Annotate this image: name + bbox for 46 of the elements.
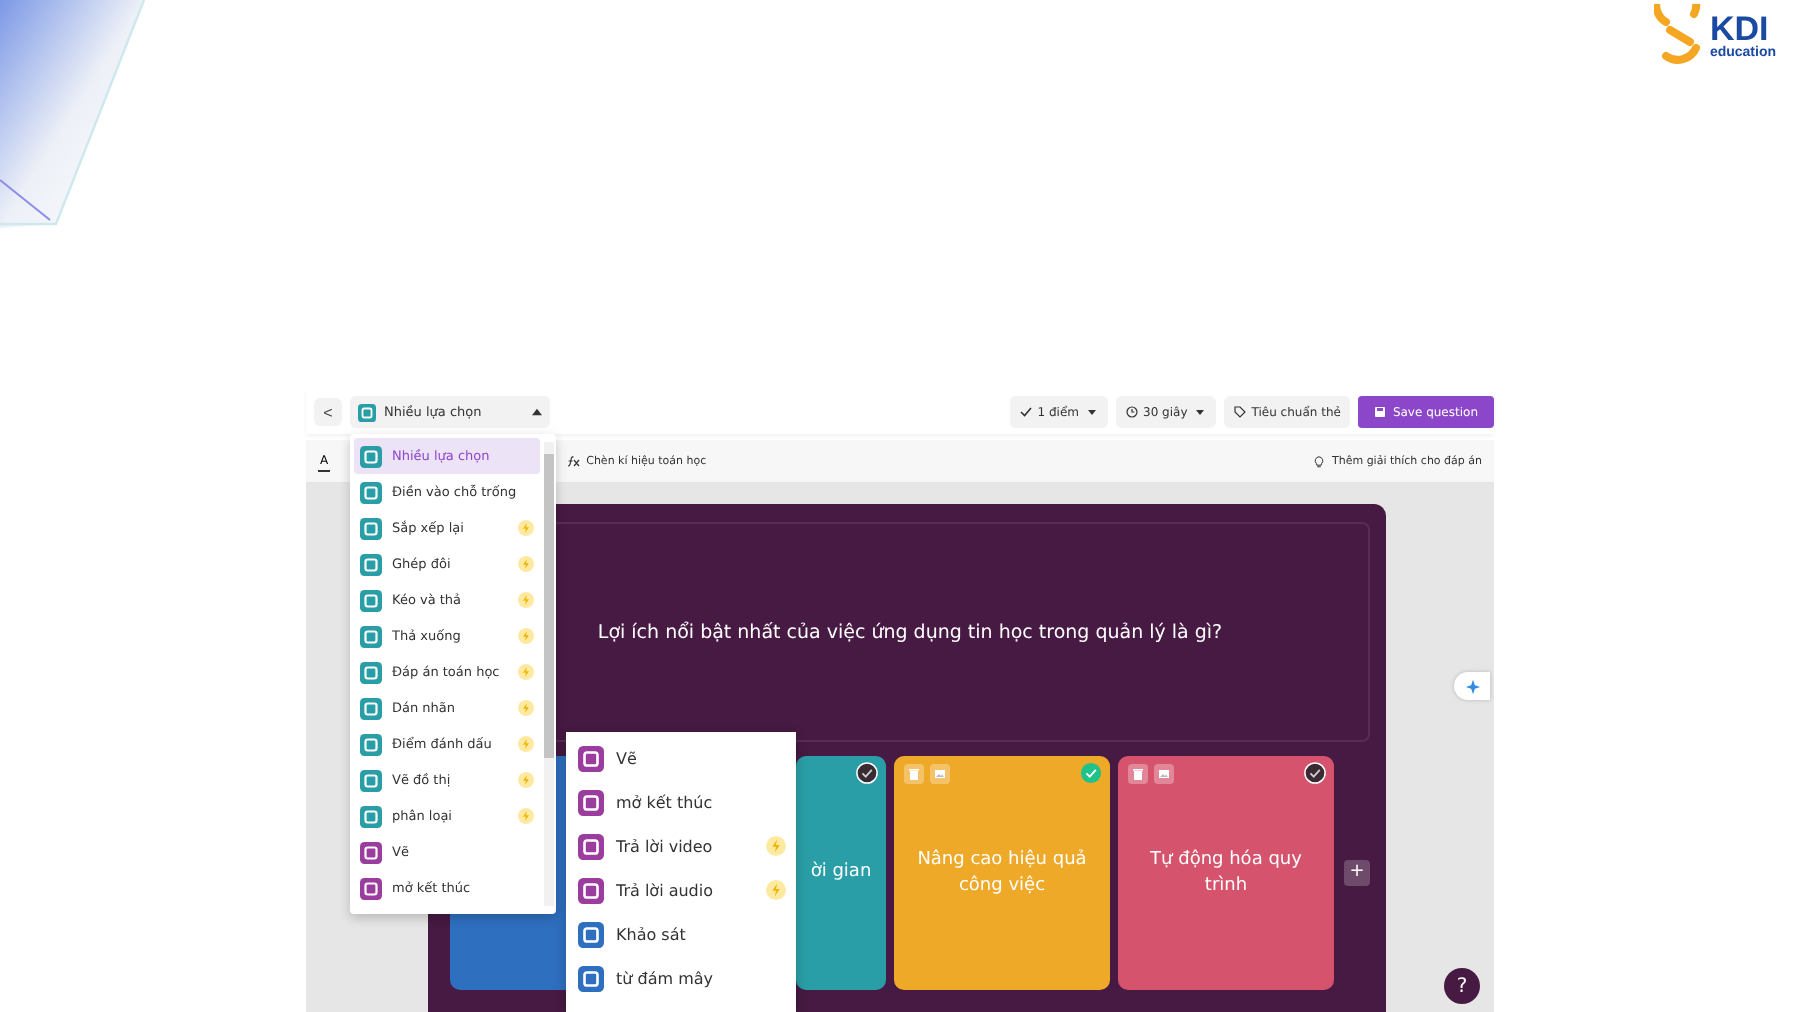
caret-icon [1193, 406, 1206, 418]
lightning-icon [518, 736, 534, 752]
lightning-icon [766, 880, 786, 900]
scrollbar[interactable] [544, 442, 554, 906]
answer-text: ời gian [810, 860, 872, 886]
image-icon[interactable] [930, 764, 950, 784]
magic-icon[interactable] [1454, 672, 1490, 700]
answer-text: Tự động hóa quy trình [1148, 848, 1304, 898]
caret-icon [532, 408, 542, 416]
tag-icon [1233, 406, 1246, 418]
lightning-icon [518, 556, 534, 572]
delete-icon[interactable] [1128, 764, 1148, 784]
logo-icon [1653, 4, 1706, 68]
answer-option[interactable]: Tự động hóa quy trình [1118, 756, 1334, 990]
lightbulb-icon [1311, 455, 1326, 467]
answer-text: Nâng cao hiệu quả công việc [915, 848, 1089, 898]
function-icon [566, 455, 581, 467]
lightning-icon [766, 836, 786, 856]
save-icon [1374, 406, 1387, 418]
logo-name: KDI [1709, 12, 1769, 46]
back-button[interactable]: < [314, 398, 342, 426]
menu-item[interactable]: Trả lời audio [572, 868, 792, 912]
lightning-icon [518, 772, 534, 788]
help-button[interactable]: ? [1444, 968, 1480, 1004]
lightning-icon [518, 808, 534, 824]
menu-item[interactable]: Trả lời video [572, 824, 792, 868]
image-icon[interactable] [1154, 764, 1174, 784]
check-icon [1019, 406, 1032, 418]
delete-icon[interactable] [904, 764, 924, 784]
lightning-icon [518, 520, 534, 536]
lightning-icon [518, 664, 534, 680]
correct-answer-toggle[interactable] [1304, 762, 1326, 784]
menu-item[interactable]: Vẽ [572, 736, 792, 780]
question-text: Lợi ích nổi bật nhất của việc ứng dụng tin học trong quản lý là gì? [597, 621, 1223, 643]
correct-answer-toggle[interactable] [1080, 762, 1102, 784]
question-type-icon [358, 403, 376, 421]
lightning-icon [518, 700, 534, 716]
clock-icon [1125, 406, 1137, 418]
lightning-icon [518, 628, 534, 644]
caret-icon [1085, 406, 1097, 418]
menu-item[interactable]: mở kết thúc [572, 780, 792, 824]
lightning-icon [518, 592, 534, 608]
correct-answer-toggle[interactable] [856, 762, 878, 784]
menu-item[interactable]: Khảo sát [572, 912, 792, 956]
menu-item[interactable]: từ đám mây [572, 956, 792, 1000]
add-answer-button[interactable]: + [1344, 860, 1370, 886]
